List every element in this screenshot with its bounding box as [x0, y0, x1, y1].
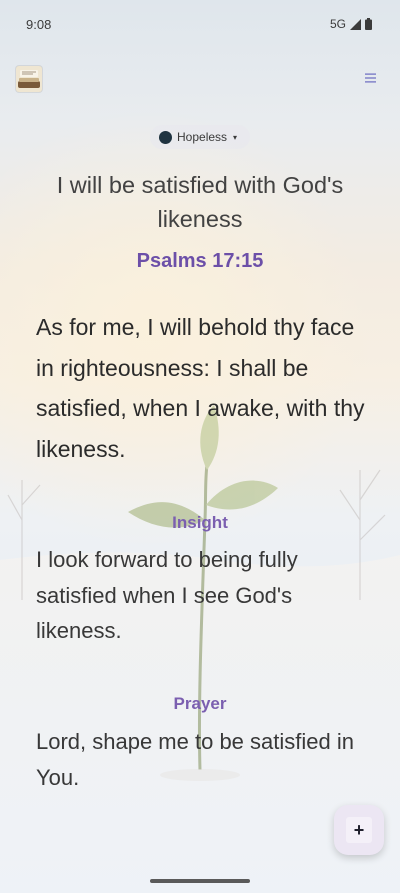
verse-text: As for me, I will behold thy face in rig…: [36, 314, 365, 462]
insight-heading: Insight: [172, 513, 228, 532]
status-bar: 9:08 5G: [0, 0, 400, 48]
mood-selector[interactable]: Hopeless ▾: [150, 125, 250, 149]
menu-button[interactable]: [360, 68, 380, 88]
add-button[interactable]: +: [334, 805, 384, 855]
verse-reference: Psalms 17:15: [136, 250, 264, 272]
status-time: 9:08: [26, 16, 52, 32]
book-logo-icon: [16, 66, 42, 92]
mood-dot-icon: [159, 130, 172, 144]
prayer-text: Lord, shape me to be satisfied in You.: [36, 729, 354, 790]
caret-down-icon: ▾: [233, 132, 238, 142]
home-indicator[interactable]: [150, 879, 250, 883]
plus-icon: +: [346, 817, 372, 843]
battery-icon: [365, 18, 372, 30]
hamburger-menu-icon: [364, 73, 376, 83]
status-icons: 5G: [330, 17, 372, 31]
verse-title: I will be satisfied with God's likeness: [56, 172, 344, 232]
prayer-heading: Prayer: [173, 694, 227, 713]
insight-text: I look forward to being fully satisfied …: [36, 547, 298, 643]
signal-icon: [350, 18, 361, 30]
network-label: 5G: [329, 17, 346, 31]
app-logo[interactable]: [16, 66, 42, 92]
mood-label: Hopeless: [177, 130, 228, 144]
